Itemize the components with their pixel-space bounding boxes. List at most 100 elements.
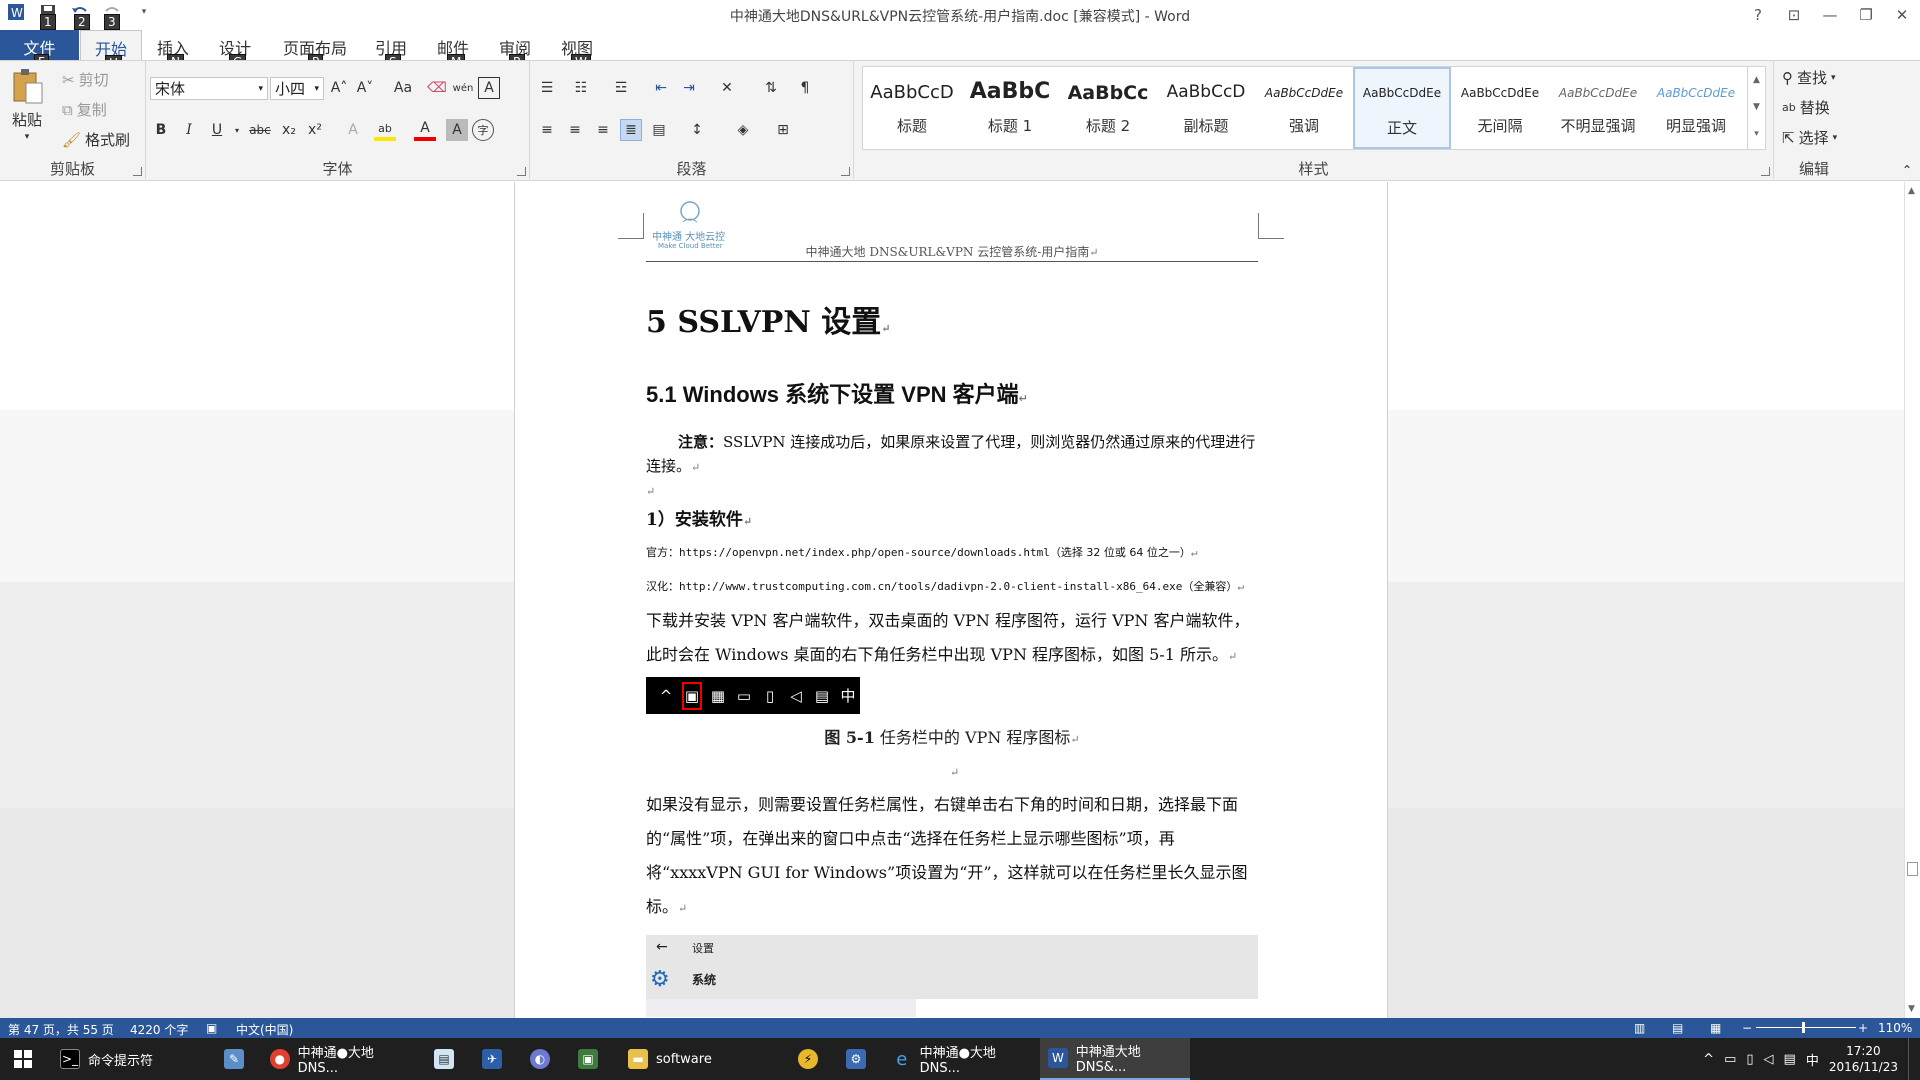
- font-launcher-icon[interactable]: [517, 167, 526, 176]
- collapse-ribbon-icon[interactable]: ⌃: [1902, 163, 1912, 177]
- show-marks-icon[interactable]: ¶: [794, 77, 816, 99]
- chinese-layout-icon[interactable]: ✕: [716, 77, 738, 99]
- notification-icon[interactable]: ▤: [1784, 1052, 1796, 1067]
- style-heading1[interactable]: AaBbC 标题 1: [961, 67, 1059, 149]
- align-left-icon[interactable]: ≡: [536, 119, 558, 141]
- taskbar-item-app[interactable]: ⚙: [838, 1038, 878, 1080]
- chevron-up-icon[interactable]: ▲: [1748, 67, 1765, 94]
- paste-button[interactable]: 粘贴 ▾: [10, 67, 44, 142]
- zoom-slider[interactable]: [1756, 1027, 1856, 1028]
- step-heading[interactable]: 1）安装软件↵: [646, 505, 752, 530]
- taskbar-item-app[interactable]: ✎: [216, 1038, 256, 1080]
- char-border-button[interactable]: A: [478, 77, 500, 99]
- multilevel-list-icon[interactable]: ☲: [610, 77, 632, 99]
- web-layout-icon[interactable]: ▦: [1710, 1021, 1721, 1035]
- ribbon-display-icon[interactable]: ⊡: [1776, 0, 1812, 30]
- tab-insert[interactable]: 插入N: [154, 30, 192, 70]
- change-case-button[interactable]: Aa: [388, 77, 418, 99]
- heading-1[interactable]: 5 SSLVPN 设置↵: [646, 297, 890, 341]
- distributed-icon[interactable]: ▤: [648, 119, 670, 141]
- style-emphasis[interactable]: AaBbCcDdEe 强调: [1255, 67, 1353, 149]
- zoom-slider-thumb[interactable]: [1802, 1022, 1805, 1033]
- close-icon[interactable]: ✕: [1884, 0, 1920, 30]
- paragraph-launcher-icon[interactable]: [841, 167, 850, 176]
- start-button[interactable]: [6, 1038, 46, 1080]
- style-subtitle[interactable]: AaBbCcD 副标题: [1157, 67, 1255, 149]
- replace-button[interactable]: ab 替换: [1782, 97, 1830, 118]
- decrease-indent-icon[interactable]: ⇤: [650, 77, 672, 99]
- increase-indent-icon[interactable]: ⇥: [678, 77, 700, 99]
- zoom-in-icon[interactable]: +: [1858, 1021, 1868, 1035]
- heading-2[interactable]: 5.1 Windows 系统下设置 VPN 客户端↵: [646, 377, 1028, 409]
- shrink-font-button[interactable]: A˅: [354, 77, 376, 99]
- strikethrough-button[interactable]: abc: [246, 119, 274, 141]
- network-icon[interactable]: ▯: [1746, 1052, 1753, 1067]
- subscript-button[interactable]: x₂: [278, 119, 300, 141]
- styles-launcher-icon[interactable]: [1761, 167, 1770, 176]
- body-paragraph-1[interactable]: 下载并安装 VPN 客户端软件，双击桌面的 VPN 程序图符，运行 VPN 客户…: [646, 604, 1258, 674]
- word-count[interactable]: 4220 个字: [130, 1021, 188, 1038]
- taskbar-item-app[interactable]: ⚡: [790, 1038, 830, 1080]
- font-name-combo[interactable]: 宋体 ▾: [150, 77, 268, 100]
- style-no-spacing[interactable]: AaBbCcDdEe 无间隔: [1451, 67, 1549, 149]
- clock[interactable]: 17:20 2016/11/23: [1829, 1043, 1898, 1075]
- style-intense-emphasis[interactable]: AaBbCcDdEe 明显强调: [1647, 67, 1745, 149]
- tab-layout[interactable]: 页面布局P: [280, 30, 350, 70]
- taskbar-item-software[interactable]: ▬ software: [620, 1038, 770, 1080]
- superscript-button[interactable]: x²: [304, 119, 326, 141]
- grow-font-button[interactable]: A˄: [328, 77, 350, 99]
- phonetic-guide-button[interactable]: wén: [452, 77, 474, 99]
- align-right-icon[interactable]: ≡: [592, 119, 614, 141]
- shading-icon[interactable]: ◈: [732, 119, 754, 141]
- select-button[interactable]: ⇱ 选择 ▾: [1782, 127, 1837, 148]
- bullets-icon[interactable]: ☰: [536, 77, 558, 99]
- zoom-level[interactable]: 110%: [1878, 1021, 1912, 1035]
- tab-home[interactable]: 开始H: [80, 30, 142, 71]
- sort-icon[interactable]: ⇅: [760, 77, 782, 99]
- taskbar-item-app[interactable]: ◐: [522, 1038, 562, 1080]
- tab-view[interactable]: 视图W: [558, 30, 596, 70]
- italic-button[interactable]: I: [178, 119, 200, 141]
- restore-icon[interactable]: ❐: [1848, 0, 1884, 30]
- page-count[interactable]: 第 47 页，共 55 页: [8, 1021, 114, 1038]
- clipboard-launcher-icon[interactable]: [133, 167, 142, 176]
- language-indicator[interactable]: 中文(中国): [236, 1021, 293, 1038]
- style-heading2[interactable]: AaBbCc 标题 2: [1059, 67, 1157, 149]
- figure-caption[interactable]: 图 5-1 任务栏中的 VPN 程序图标↵: [646, 724, 1258, 748]
- print-layout-icon[interactable]: ▤: [1672, 1021, 1683, 1035]
- scroll-up-icon[interactable]: ▲: [1908, 186, 1915, 196]
- find-button[interactable]: ⚲ 查找 ▾: [1782, 67, 1836, 88]
- text-effects-button[interactable]: A: [342, 119, 364, 141]
- cn-url[interactable]: http://www.trustcomputing.com.cn/tools/d…: [679, 580, 1182, 593]
- taskbar-item-word[interactable]: W 中神通大地DNS&...: [1040, 1038, 1190, 1080]
- note-paragraph[interactable]: 注意：SSLVPN 连接成功后，如果原来设置了代理，则浏览器仍然通过原来的代理进…: [646, 430, 1258, 480]
- style-title[interactable]: AaBbCcD 标题: [863, 67, 961, 149]
- taskbar-item-cmd[interactable]: >_ 命令提示符: [52, 1038, 212, 1080]
- ime-indicator[interactable]: 中: [1806, 1050, 1819, 1069]
- tab-review[interactable]: 审阅R: [496, 30, 534, 70]
- volume-icon[interactable]: ◁: [1764, 1052, 1774, 1067]
- scroll-down-icon[interactable]: ▼: [1908, 1004, 1915, 1014]
- more-icon[interactable]: ▾: [1748, 121, 1765, 148]
- show-desktop-button[interactable]: [1908, 1038, 1912, 1080]
- style-normal[interactable]: AaBbCcDdEe 正文: [1353, 67, 1451, 149]
- tray-expand-icon[interactable]: ^: [1703, 1052, 1714, 1067]
- line-spacing-icon[interactable]: ↕: [686, 119, 708, 141]
- bold-button[interactable]: B: [150, 119, 172, 141]
- highlight-icon[interactable]: ab: [374, 119, 396, 141]
- copy-button[interactable]: ⧉ 复制: [62, 99, 107, 120]
- borders-icon[interactable]: ⊞: [772, 119, 794, 141]
- tab-mailings[interactable]: 邮件M: [434, 30, 472, 70]
- format-painter-button[interactable]: 🖌 格式刷: [62, 129, 130, 150]
- help-icon[interactable]: ?: [1740, 0, 1776, 30]
- font-size-combo[interactable]: 小四 ▾: [270, 77, 324, 100]
- justify-icon[interactable]: ≣: [620, 119, 642, 141]
- taskbar-item-app[interactable]: ▤: [426, 1038, 466, 1080]
- minimize-icon[interactable]: —: [1812, 0, 1848, 30]
- style-subtle-emphasis[interactable]: AaBbCcDdEe 不明显强调: [1549, 67, 1647, 149]
- chevron-down-icon[interactable]: ▼: [1748, 94, 1765, 121]
- tab-references[interactable]: 引用S: [372, 30, 410, 70]
- underline-button[interactable]: U: [206, 119, 228, 141]
- taskbar-item-app[interactable]: ✈: [474, 1038, 514, 1080]
- styles-gallery-scroll[interactable]: ▲ ▼ ▾: [1747, 67, 1765, 149]
